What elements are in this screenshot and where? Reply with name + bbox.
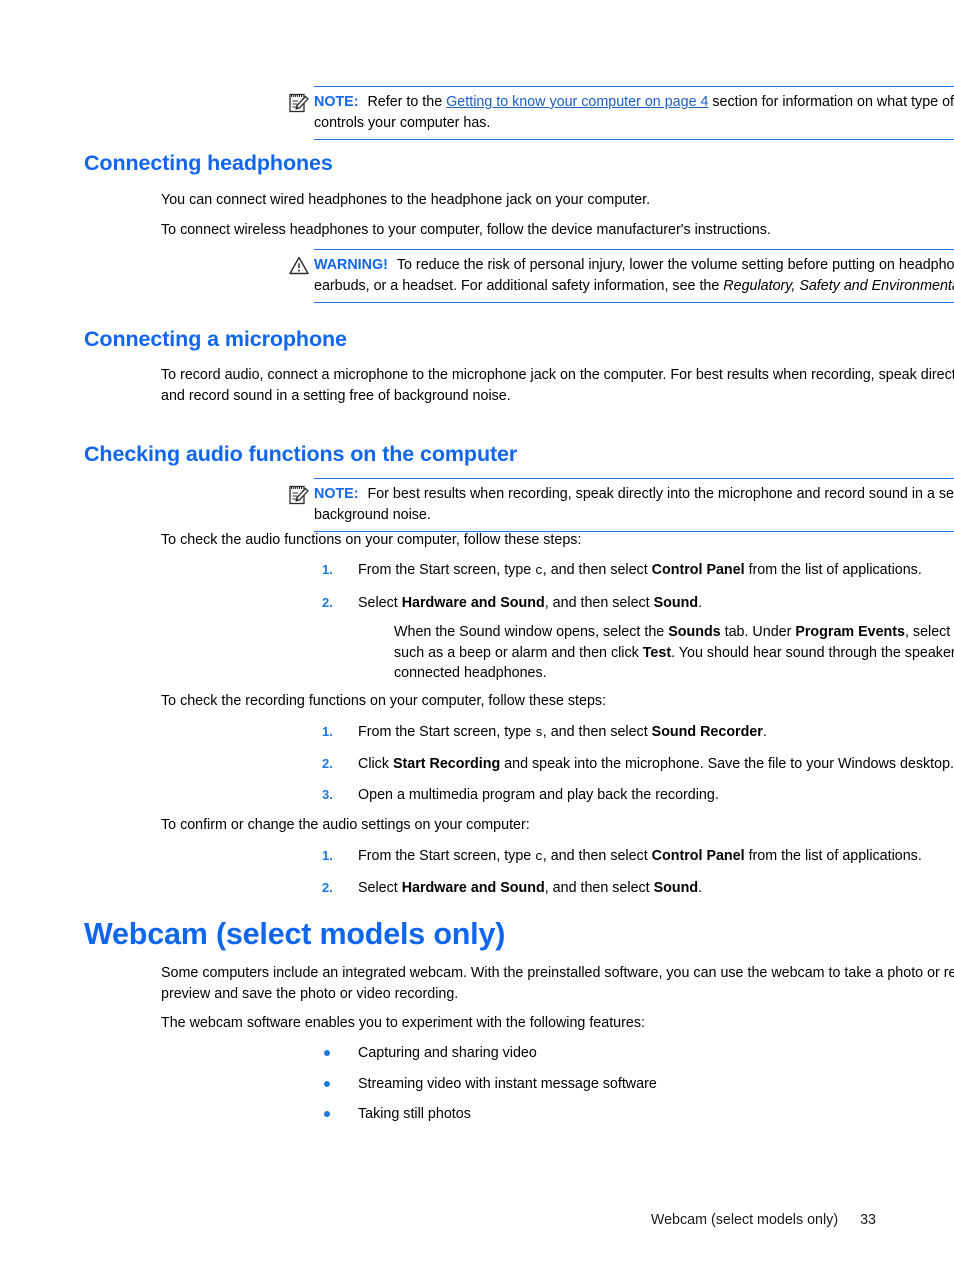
warning-triangle-icon <box>288 255 310 277</box>
note-pad-pencil-icon <box>288 484 310 506</box>
recording-step-1: 1. From the Start screen, type s, and th… <box>322 722 954 744</box>
heading-connecting-headphones: Connecting headphones <box>84 151 333 175</box>
bullet-dot-icon <box>324 1081 330 1087</box>
step-number: 2. <box>322 880 333 895</box>
confirm-settings-intro: To confirm or change the audio settings … <box>161 817 530 833</box>
step-text: From the Start screen, type c, and then … <box>358 562 922 578</box>
step-text: Click Start Recording and speak into the… <box>358 756 954 772</box>
footer-section-title: Webcam (select models only) <box>650 1212 839 1228</box>
note-body: NOTE: For best results when recording, sp… <box>314 484 954 525</box>
step-continuation-paragraph: When the Sound window opens, select the … <box>394 624 954 681</box>
step-number: 1. <box>322 724 333 739</box>
webcam-paragraph-1: Some computers include an integrated web… <box>161 965 954 1002</box>
note-text-before-link: Refer to the <box>367 94 447 110</box>
recording-step-2: 2. Click Start Recording and speak into … <box>322 754 954 775</box>
heading-connecting-microphone: Connecting a microphone <box>84 327 347 351</box>
warning-label: WARNING! <box>314 257 388 273</box>
step-number: 3. <box>322 787 333 802</box>
heading-checking-audio-functions: Checking audio functions on the computer <box>84 442 518 466</box>
recording-step-3: 3. Open a multimedia program and play ba… <box>322 785 954 806</box>
step-text: Select Hardware and Sound, and then sele… <box>358 595 703 611</box>
warning-callout-volume: WARNING! To reduce the risk of personal i… <box>289 249 954 303</box>
headphones-paragraph-1: You can connect wired headphones to the … <box>161 192 651 208</box>
step-number: 2. <box>322 756 333 771</box>
microphone-paragraph-1: To record audio, connect a microphone to… <box>161 367 954 404</box>
document-page: NOTE: Refer to the Getting to know your c… <box>0 0 954 1270</box>
heading-webcam: Webcam (select models only) <box>84 917 506 951</box>
step-text: Select Hardware and Sound, and then sele… <box>358 880 703 896</box>
step-text: From the Start screen, type c, and then … <box>358 848 922 864</box>
step-number: 1. <box>322 562 333 577</box>
note-callout-volume-controls: NOTE: Refer to the Getting to know your c… <box>289 86 954 140</box>
note-body: NOTE: Refer to the Getting to know your c… <box>314 92 954 133</box>
footer-page-number: 33 <box>860 1212 876 1228</box>
bullet-text: Capturing and sharing video <box>358 1045 537 1061</box>
bullet-item-2: Streaming video with instant message sof… <box>322 1074 954 1095</box>
bullet-text: Taking still photos <box>358 1106 471 1122</box>
ordered-step-1: 1. From the Start screen, type c, and th… <box>322 560 954 582</box>
headphones-paragraph-2: To connect wireless headphones to your c… <box>161 222 771 238</box>
recording-check-intro: To check the recording functions on your… <box>161 693 607 709</box>
bullet-dot-icon <box>324 1111 330 1117</box>
bullet-text: Streaming video with instant message sof… <box>358 1076 657 1092</box>
step-number: 1. <box>322 848 333 863</box>
webcam-paragraph-2: The webcam software enables you to exper… <box>161 1015 645 1031</box>
bullet-item-1: Capturing and sharing video <box>322 1043 954 1064</box>
warning-body: WARNING! To reduce the risk of personal i… <box>314 255 954 296</box>
note-label: NOTE: <box>314 94 359 110</box>
bullet-dot-icon <box>324 1050 330 1056</box>
note-pad-pencil-icon <box>288 92 310 114</box>
bullet-item-3: Taking still photos <box>322 1104 954 1125</box>
warning-italic-title: Regulatory, Safety and Environmental Not… <box>723 277 954 294</box>
audio-check-intro: To check the audio functions on your com… <box>161 532 582 548</box>
cross-reference-link[interactable]: Getting to know your computer on page 4 <box>446 94 708 110</box>
note-label: NOTE: <box>314 486 359 502</box>
step-number: 2. <box>322 595 333 610</box>
ordered-step-2: 2. Select Hardware and Sound, and then s… <box>322 593 954 614</box>
confirm-step-2: 2. Select Hardware and Sound, and then s… <box>322 878 954 899</box>
step-text: Open a multimedia program and play back … <box>358 787 719 803</box>
note-text: For best results when recording, speak d… <box>314 486 954 523</box>
page-footer: Webcam (select models only) 33 <box>0 1212 876 1228</box>
confirm-step-1: 1. From the Start screen, type c, and th… <box>322 846 954 868</box>
step-text: From the Start screen, type s, and then … <box>358 724 767 740</box>
note-callout-recording-tips: NOTE: For best results when recording, sp… <box>289 478 954 532</box>
